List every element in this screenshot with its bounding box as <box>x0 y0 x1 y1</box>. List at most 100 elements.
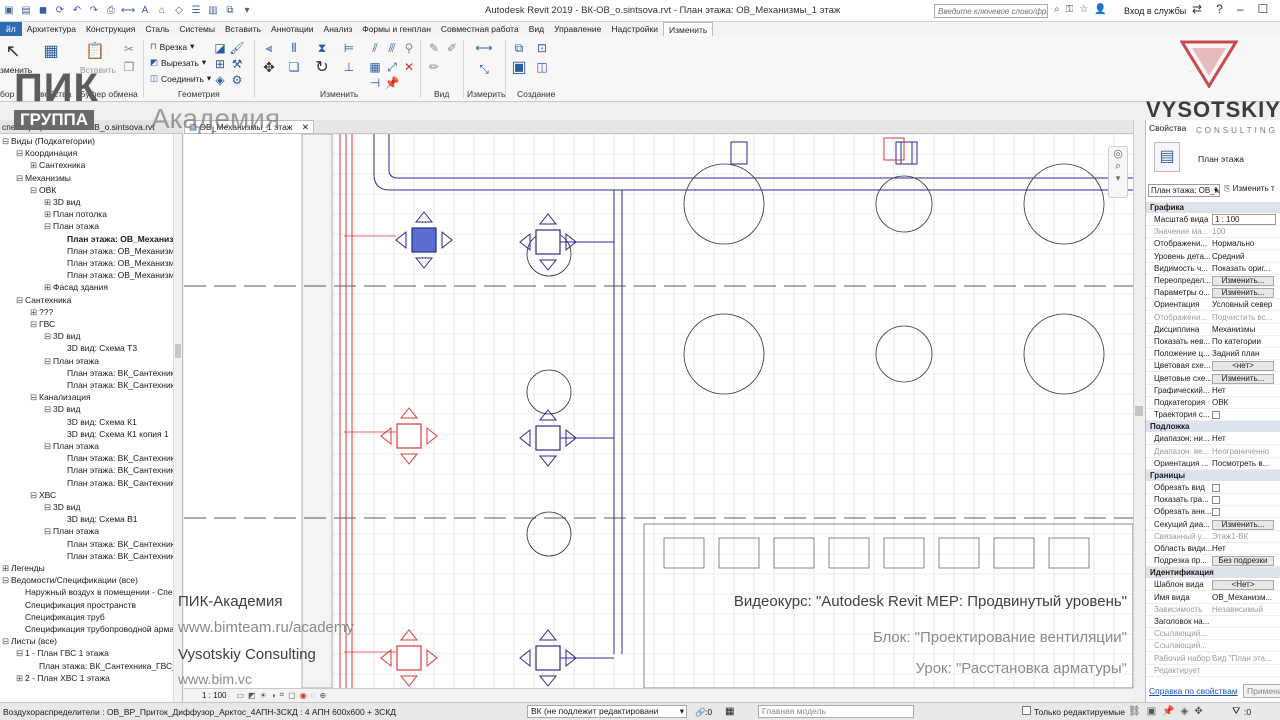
browser-item[interactable]: ⊟ 1 - План ГВС 1 этажа <box>16 648 109 659</box>
browser-item[interactable]: ⊞ Легенды <box>2 563 45 574</box>
shadows-icon[interactable]: ◑ <box>271 691 276 700</box>
property-value[interactable]: Средний <box>1212 251 1276 262</box>
customize-qat-icon[interactable]: ▾ <box>240 3 254 17</box>
browser-item[interactable]: 3D вид: Схема К1 <box>58 417 137 428</box>
browser-item[interactable]: Спецификация трубопроводной арматур <box>16 624 182 635</box>
browser-item[interactable]: ⊟ Листы (все) <box>2 636 57 647</box>
cut-icon[interactable]: ✂ <box>122 42 136 56</box>
property-group-header[interactable]: Идентификация <box>1146 567 1280 579</box>
print-icon[interactable]: ⎙ <box>104 3 118 17</box>
collapse-icon[interactable]: ⊟ <box>2 136 11 147</box>
properties-help-link[interactable]: Справка по свойствам <box>1149 686 1238 696</box>
section-icon[interactable]: ◇ <box>172 3 186 17</box>
browser-item[interactable]: Спецификация труб <box>16 612 105 623</box>
design-option-dropdown[interactable]: Главная модель <box>758 705 914 718</box>
browser-scrollbar[interactable] <box>173 134 182 702</box>
chevron-down-icon[interactable]: ▾ <box>1109 173 1127 184</box>
reveal-hidden-icon[interactable]: ◌ <box>311 691 316 700</box>
browser-item[interactable]: План этажа: ОВ_Механизмы_К <box>58 258 182 269</box>
property-value[interactable] <box>1212 482 1276 493</box>
property-value[interactable]: По категории <box>1212 336 1276 347</box>
property-edit-button[interactable]: Изменить... <box>1212 288 1274 299</box>
thin-lines-icon[interactable]: ☰ <box>189 3 203 17</box>
offset-icon[interactable]: ⫴ <box>287 41 301 55</box>
split-icon[interactable]: ⫽ <box>368 41 382 55</box>
tab-13[interactable]: Изменить <box>662 21 714 37</box>
browser-item[interactable]: ⊞ 3D вид <box>44 197 80 208</box>
delete-icon[interactable]: ✕ <box>402 60 416 74</box>
design-options-icon[interactable]: ▦ <box>725 706 734 717</box>
property-value[interactable]: <нет> <box>1212 360 1276 372</box>
browser-item[interactable]: ⊟ ГВС <box>30 319 55 330</box>
browser-item[interactable]: ⊞ 2 - План ХВС 1 этажа <box>16 673 110 684</box>
browser-item[interactable]: ⊞ Фасад здания <box>44 282 108 293</box>
canvas-scroll-thumb[interactable] <box>1135 406 1143 416</box>
aligned-dimension-icon[interactable]: ⟷ <box>470 41 498 55</box>
property-value[interactable] <box>1212 506 1276 517</box>
browser-item[interactable]: ⊟ Виды (Подкатегории) <box>2 136 95 147</box>
remove-paint-icon[interactable]: ◈ <box>213 73 227 87</box>
browser-item[interactable]: ⊞ План потолка <box>44 209 107 220</box>
property-value[interactable]: ОВК <box>1212 397 1276 408</box>
move-icon[interactable]: ✥ <box>262 59 276 75</box>
measure-between-icon[interactable]: ⤡ <box>470 62 498 76</box>
browser-item[interactable]: План этажа: ВК_Сантехника_Х <box>58 539 182 550</box>
collapse-icon[interactable]: ⊟ <box>16 148 25 159</box>
help-search-input[interactable] <box>934 4 1048 18</box>
property-value[interactable]: Изменить... <box>1212 519 1276 530</box>
instance-selector[interactable]: План этажа: ОВ_Механ ▾ <box>1148 184 1220 197</box>
property-group-header[interactable]: Графика <box>1146 202 1280 213</box>
unpin-icon[interactable]: ⚲ <box>402 41 416 55</box>
rotate-icon[interactable]: ↻ <box>315 59 329 76</box>
expand-icon[interactable]: ⊞ <box>2 563 11 574</box>
browser-item[interactable]: ⊟ Координация <box>16 148 77 159</box>
expand-icon[interactable]: ⊞ <box>30 160 39 171</box>
trim-single-icon[interactable]: ⊣ <box>368 76 382 90</box>
view-scale[interactable]: 1 : 100 <box>202 691 226 700</box>
create-group-icon[interactable]: ⧉ <box>512 41 526 55</box>
browser-item[interactable]: ⊟ Механизмы <box>16 173 71 184</box>
select-by-face-icon[interactable]: ◈ <box>1181 706 1189 717</box>
properties-icon[interactable]: ▦ <box>40 40 62 62</box>
join-button[interactable]: ◫ Соединить ▾ <box>150 73 211 84</box>
browser-item[interactable]: ⊟ ОВК <box>30 185 56 196</box>
drag-on-selection-icon[interactable]: ✥ <box>1194 706 1202 717</box>
expand-icon[interactable]: ⊞ <box>16 673 25 684</box>
tab-3[interactable]: Сталь <box>140 22 174 36</box>
redo-icon[interactable]: ↷ <box>87 3 101 17</box>
hammer-icon[interactable]: ⚙ <box>230 73 244 87</box>
property-value[interactable]: Посмотреть в... <box>1212 458 1276 469</box>
property-edit-button[interactable]: Изменить... <box>1212 276 1274 286</box>
browser-item[interactable]: План этажа: ВК_Сантехника_К <box>58 465 182 476</box>
property-edit-button[interactable]: <Нет> <box>1212 580 1274 591</box>
collapse-icon[interactable]: ⊟ <box>2 636 11 647</box>
browser-item[interactable]: ⊟ 3D вид <box>44 331 80 342</box>
browser-item[interactable]: План этажа: ВК_Сантехника_К <box>58 478 182 489</box>
apply-button[interactable]: Примени <box>1243 684 1280 698</box>
property-edit-button[interactable]: Изменить... <box>1212 373 1274 384</box>
browser-item[interactable]: 3D вид: Схема В1 <box>58 514 138 525</box>
show-crop-icon[interactable]: ▢ <box>288 691 296 700</box>
sun-path-icon[interactable]: ☀ <box>260 691 267 700</box>
expand-icon[interactable]: ⊞ <box>44 282 53 293</box>
override-icon[interactable]: ✏ <box>427 60 441 74</box>
expand-icon[interactable]: ⊞ <box>30 307 39 318</box>
tab-2[interactable]: Конструкция <box>81 22 140 36</box>
worksharing-display-icon[interactable]: ⊕ <box>319 691 326 700</box>
property-group-header[interactable]: Границы <box>1146 470 1280 481</box>
filter-icon[interactable]: ⛛ <box>1232 706 1240 717</box>
browser-item[interactable]: План этажа: ОВ_Механизмы_2 <box>58 246 182 257</box>
sync-icon[interactable]: ⟳ <box>53 3 67 17</box>
browser-item[interactable]: План этажа: ОВ_Механизмы_1 этаж <box>58 234 182 245</box>
select-underlay-icon[interactable]: ▣ <box>1147 706 1156 717</box>
help-icon[interactable]: ? <box>1216 2 1223 16</box>
collapse-icon[interactable]: ⊟ <box>16 173 25 184</box>
demolish-icon[interactable]: ⚒ <box>230 57 244 71</box>
property-checkbox[interactable] <box>1212 496 1220 505</box>
browser-item[interactable]: План этажа: ВК_Сантехника_П <box>58 368 182 379</box>
collapse-icon[interactable]: ⊟ <box>30 185 39 196</box>
subscription-icon[interactable]: ⚿ <box>1066 4 1074 15</box>
copy-element-icon[interactable]: ❏ <box>287 60 301 74</box>
close-hidden-icon[interactable]: ▥ <box>206 3 220 17</box>
paste-icon[interactable]: 📋 <box>84 40 106 62</box>
